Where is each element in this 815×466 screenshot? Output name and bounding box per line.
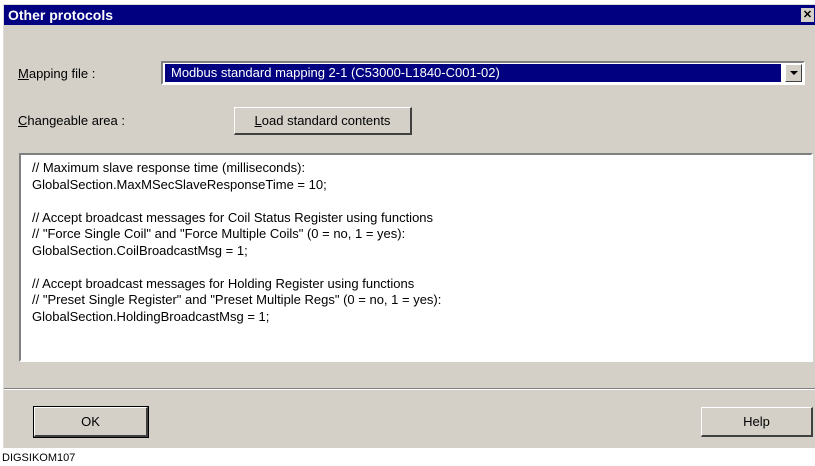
content-line: // Accept broadcast messages for Coil St…: [32, 209, 434, 225]
load-standard-contents-button[interactable]: Load standard contents: [234, 107, 412, 135]
figure-caption: DIGSIKOM107: [2, 452, 76, 464]
content-line: GlobalSection.HoldingBroadcastMsg = 1;: [32, 308, 270, 324]
dialog-title: Other protocols: [8, 7, 114, 23]
ok-button[interactable]: OK: [33, 406, 149, 438]
content-line: GlobalSection.MaxMSecSlaveResponseTime =…: [32, 176, 327, 192]
content-line: // Accept broadcast messages for Holding…: [32, 275, 415, 291]
chevron-down-icon[interactable]: [785, 64, 802, 82]
other-protocols-dialog: Other protocols ✕ Mapping file : Modbus …: [3, 4, 815, 448]
mapping-file-mnemonic: M: [18, 66, 29, 81]
help-button[interactable]: Help: [701, 407, 813, 437]
content-line: // Maximum slave response time (millisec…: [32, 160, 306, 175]
mapping-file-label-text: apping file :: [28, 66, 96, 81]
changeable-area-mnemonic: C: [18, 113, 28, 128]
content-line: GlobalSection.CoilBroadcastMsg = 1;: [32, 242, 248, 258]
close-icon[interactable]: ✕: [801, 8, 814, 22]
mapping-file-select[interactable]: Modbus standard mapping 2-1 (C53000-L184…: [161, 61, 805, 85]
content-line: // "Preset Single Register" and "Preset …: [32, 292, 442, 307]
content-line: [32, 193, 811, 210]
changeable-area-label-text: hangeable area :: [27, 113, 125, 128]
content-line: // "Force Single Coil" and "Force Multip…: [32, 226, 406, 241]
separator-line: [4, 388, 815, 390]
mapping-file-label: Mapping file :: [18, 66, 95, 81]
content-line: [32, 259, 811, 276]
load-button-mnemonic: L: [254, 113, 262, 128]
load-button-label: oad standard contents: [261, 113, 391, 128]
changeable-area-textarea[interactable]: // Maximum slave response time (millisec…: [19, 153, 813, 362]
mapping-file-value: Modbus standard mapping 2-1 (C53000-L184…: [165, 64, 781, 82]
changeable-area-label: Changeable area :: [18, 113, 125, 128]
title-bar[interactable]: Other protocols ✕: [4, 5, 815, 25]
